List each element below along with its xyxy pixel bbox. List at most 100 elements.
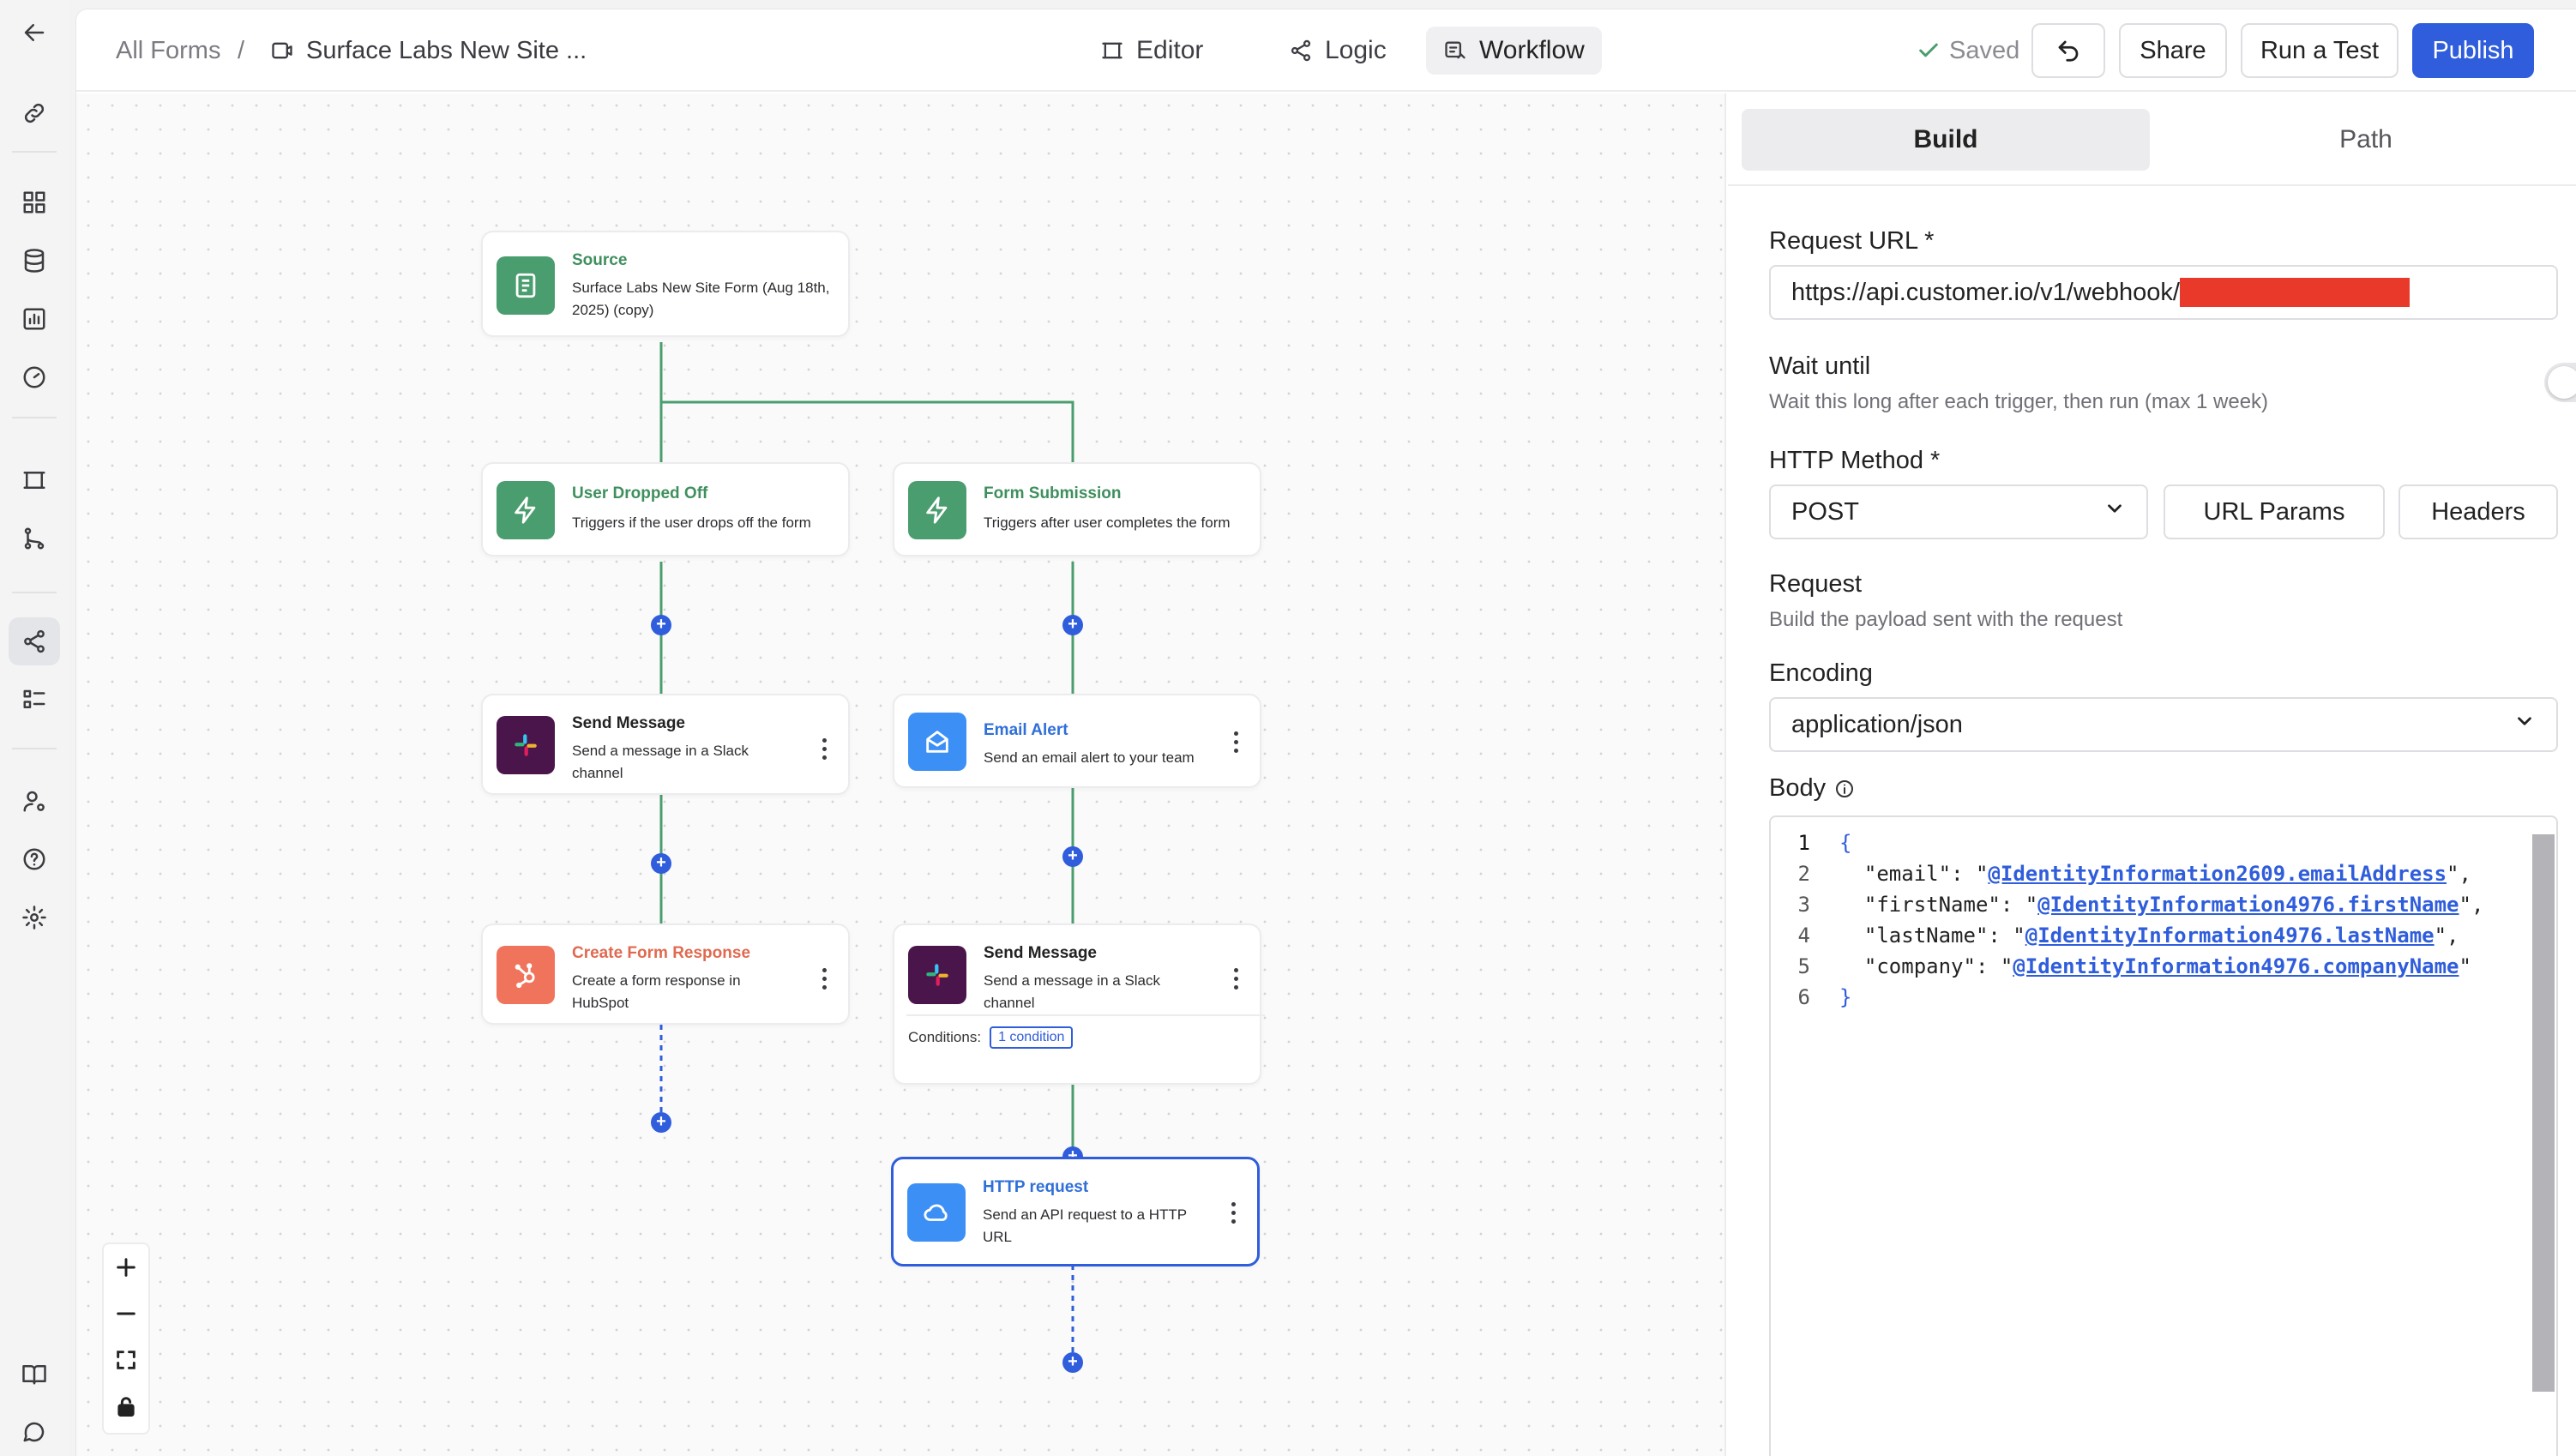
trigger-form-submission[interactable]: Form Submission Triggers after user comp…: [893, 462, 1261, 557]
add-step-button[interactable]: +: [651, 615, 671, 635]
frame-icon: [1102, 42, 1122, 59]
add-step-button[interactable]: +: [1062, 615, 1083, 635]
add-step-button[interactable]: +: [1062, 1352, 1083, 1373]
share-button[interactable]: Share: [2119, 23, 2227, 78]
add-step-button[interactable]: +: [651, 1112, 671, 1133]
plus-icon: [117, 1258, 135, 1277]
dashboard-icon[interactable]: [9, 178, 60, 226]
code-line: "lastName": "@IdentityInformation4976.la…: [1863, 924, 2459, 948]
variable-reference[interactable]: @IdentityInformation4976.lastName: [2025, 924, 2435, 948]
more-options-icon[interactable]: [822, 738, 828, 764]
zoom-controls: [102, 1242, 150, 1435]
branch-icon[interactable]: [9, 514, 60, 563]
hubspot-icon: [497, 946, 555, 1004]
link-icon[interactable]: [9, 89, 60, 137]
hubspot-title: Create Form Response: [572, 944, 751, 962]
json-tail: ",: [2459, 893, 2484, 917]
rail-divider: [12, 748, 57, 749]
more-options-icon[interactable]: [822, 968, 828, 994]
email-alert-node[interactable]: Email Alert Send an email alert to your …: [893, 694, 1261, 788]
request-url-input[interactable]: https://api.customer.io/v1/webhook/: [1769, 265, 2558, 320]
body-code-editor[interactable]: 1 2 3 4 5 6 { "email": "@IdentityInforma…: [1769, 815, 2558, 1456]
http-method-label: HTTP Method *: [1769, 447, 1941, 474]
checklist-icon[interactable]: [9, 676, 60, 724]
http-method-select[interactable]: POST: [1769, 484, 2148, 539]
slack-right-desc: Send a message in a Slack channel: [984, 972, 1161, 1011]
more-options-icon[interactable]: [1234, 731, 1239, 757]
add-step-button[interactable]: +: [651, 853, 671, 874]
workflow-nodes-icon[interactable]: [9, 617, 60, 665]
json-tail: ": [2459, 954, 2471, 978]
zoom-in-button[interactable]: [104, 1244, 148, 1291]
variable-reference[interactable]: @IdentityInformation4976.companyName: [2013, 954, 2459, 978]
user-settings-icon[interactable]: [9, 777, 60, 825]
chevron-down-icon: [2513, 710, 2536, 739]
check-icon: [1919, 43, 1938, 57]
conditions-label: Conditions:: [908, 1029, 982, 1045]
more-options-icon[interactable]: [1231, 1202, 1237, 1228]
undo-button[interactable]: [2031, 23, 2105, 78]
trigger-user-dropped-off[interactable]: User Dropped Off Triggers if the user dr…: [481, 462, 850, 557]
tab-editor-label: Editor: [1136, 36, 1204, 64]
json-tail: ",: [2434, 924, 2459, 948]
slack-send-message-conditional-node[interactable]: Send Message Send a message in a Slack c…: [893, 924, 1265, 1085]
slack-icon: [497, 716, 555, 774]
chevron-down-icon: [2104, 497, 2126, 526]
headers-button[interactable]: Headers: [2398, 484, 2558, 539]
variable-reference[interactable]: @IdentityInformation2609.emailAddress: [1988, 862, 2447, 886]
bar-chart-icon[interactable]: [9, 295, 60, 343]
tab-workflow[interactable]: Workflow: [1426, 27, 1602, 75]
conditions-badge[interactable]: 1 condition: [990, 1026, 1074, 1049]
email-alert-title: Email Alert: [984, 721, 1068, 739]
back-arrow-icon[interactable]: [9, 9, 60, 57]
trigger-dropped-desc: Triggers if the user drops off the form: [572, 514, 811, 531]
wait-until-label: Wait until: [1769, 352, 1871, 380]
run-test-button[interactable]: Run a Test: [2241, 23, 2398, 78]
tab-editor[interactable]: Editor: [1083, 27, 1220, 75]
gauge-icon[interactable]: [9, 353, 60, 401]
help-icon[interactable]: [9, 835, 60, 883]
open-brace: {: [1839, 831, 1852, 855]
publish-button[interactable]: Publish: [2412, 23, 2534, 78]
hubspot-create-response-node[interactable]: Create Form Response Create a form respo…: [481, 924, 850, 1025]
database-icon[interactable]: [9, 237, 60, 285]
tab-build[interactable]: Build: [1742, 109, 2150, 171]
variable-reference[interactable]: @IdentityInformation4976.firstName: [2037, 893, 2459, 917]
info-icon[interactable]: [1834, 779, 1855, 799]
breadcrumb-all-forms[interactable]: All Forms: [116, 9, 220, 92]
form-title-text: Surface Labs New Site ...: [306, 36, 587, 64]
slack-send-message-node[interactable]: Send Message Send a message in a Slack c…: [481, 694, 850, 795]
encoding-select[interactable]: application/json: [1769, 697, 2558, 752]
breadcrumb-separator: /: [238, 36, 245, 64]
json-key: "company": [1863, 954, 1976, 978]
chat-bubble-icon[interactable]: [9, 1408, 60, 1456]
body-label: Body: [1769, 774, 1827, 802]
code-line: {: [1839, 831, 1851, 855]
editor-scrollbar[interactable]: [2532, 834, 2555, 1392]
breadcrumb-form-title[interactable]: Surface Labs New Site ...: [270, 9, 587, 92]
add-step-button[interactable]: +: [1062, 846, 1083, 867]
source-node[interactable]: Source Surface Labs New Site Form (Aug 1…: [481, 231, 850, 337]
tab-path[interactable]: Path: [2162, 109, 2570, 171]
book-icon[interactable]: [9, 1350, 60, 1398]
workflow-canvas[interactable]: Source Surface Labs New Site Form (Aug 1…: [76, 93, 1726, 1456]
panel-tabs: Build Path: [1742, 109, 2563, 171]
url-params-button[interactable]: URL Params: [2164, 484, 2385, 539]
zoom-out-button[interactable]: [104, 1291, 148, 1337]
undo-icon: [2058, 40, 2079, 62]
lightning-icon: [497, 481, 555, 539]
slack-icon: [908, 946, 966, 1004]
lock-button[interactable]: [104, 1383, 148, 1429]
fit-view-button[interactable]: [104, 1337, 148, 1383]
rail-divider: [12, 592, 57, 593]
code-line: "company": "@IdentityInformation4976.com…: [1863, 954, 2471, 978]
frame-icon[interactable]: [9, 456, 60, 504]
lightning-icon: [908, 481, 966, 539]
json-tail: ",: [2447, 862, 2471, 886]
wait-until-toggle[interactable]: [2544, 363, 2576, 402]
more-options-icon[interactable]: [1234, 968, 1239, 994]
trigger-dropped-title: User Dropped Off: [572, 484, 708, 502]
gear-icon[interactable]: [9, 893, 60, 942]
http-request-node[interactable]: HTTP request Send an API request to a HT…: [891, 1157, 1260, 1266]
tab-logic[interactable]: Logic: [1272, 27, 1404, 75]
